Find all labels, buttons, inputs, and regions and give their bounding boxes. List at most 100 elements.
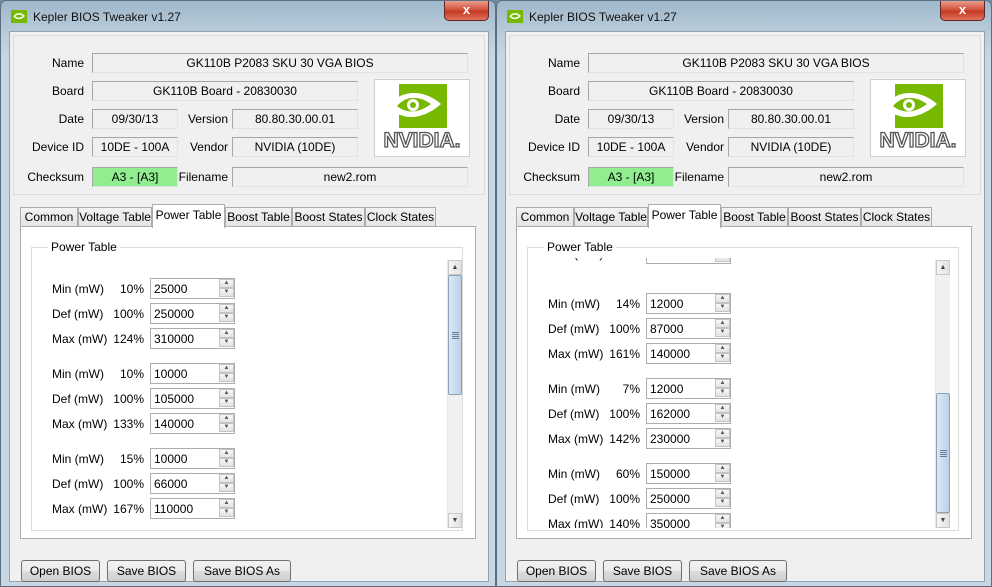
arrow-down-icon[interactable]: ▼ xyxy=(219,508,234,517)
filename-field[interactable]: new2.rom xyxy=(232,167,468,187)
power-value-input[interactable] xyxy=(151,329,221,348)
arrow-up-icon[interactable]: ▲ xyxy=(715,489,730,498)
power-value-input[interactable] xyxy=(647,319,717,338)
tab-voltage-table[interactable]: Voltage Table xyxy=(78,207,152,227)
vendor-field[interactable]: NVIDIA (10DE) xyxy=(728,137,854,157)
version-field[interactable]: 80.80.30.00.01 xyxy=(728,109,854,129)
arrow-up-icon[interactable]: ▲ xyxy=(715,429,730,438)
power-value-input[interactable] xyxy=(647,258,717,263)
arrow-up-icon[interactable]: ▲ xyxy=(219,304,234,313)
power-value-stepper[interactable]: ▲▼ xyxy=(150,328,235,349)
arrow-up-icon[interactable]: ▲ xyxy=(219,499,234,508)
power-value-input[interactable] xyxy=(151,499,221,518)
open-bios-button[interactable]: Open BIOS xyxy=(517,560,596,582)
date-field[interactable]: 09/30/13 xyxy=(588,109,674,129)
power-value-stepper[interactable]: ▲▼ xyxy=(646,378,731,399)
power-value-stepper[interactable]: ▲▼ xyxy=(646,293,731,314)
power-value-input[interactable] xyxy=(151,474,221,493)
power-value-stepper[interactable]: ▲▼ xyxy=(646,258,731,264)
filename-field[interactable]: new2.rom xyxy=(728,167,964,187)
arrow-up-icon[interactable]: ▲ xyxy=(219,329,234,338)
scroll-thumb[interactable] xyxy=(448,275,462,395)
arrow-down-icon[interactable]: ▼ xyxy=(715,523,730,528)
tab-boost-table[interactable]: Boost Table xyxy=(721,207,788,227)
arrow-up-icon[interactable]: ▲ xyxy=(715,464,730,473)
power-table-scrollbar[interactable]: ▲ ▼ xyxy=(935,260,950,528)
power-value-stepper[interactable]: ▲▼ xyxy=(646,428,731,449)
checksum-field[interactable]: A3 - [A3] xyxy=(92,167,178,187)
power-value-stepper[interactable]: ▲▼ xyxy=(150,448,235,469)
save-bios-button[interactable]: Save BIOS xyxy=(603,560,682,582)
arrow-down-icon[interactable]: ▼ xyxy=(219,373,234,382)
power-value-stepper[interactable]: ▲▼ xyxy=(150,498,235,519)
arrow-down-icon[interactable]: ▼ xyxy=(219,313,234,322)
power-value-input[interactable] xyxy=(647,489,717,508)
device-id-field[interactable]: 10DE - 100A xyxy=(92,137,178,157)
scroll-up-icon[interactable]: ▲ xyxy=(448,260,462,275)
arrow-up-icon[interactable]: ▲ xyxy=(715,514,730,523)
power-value-stepper[interactable]: ▲▼ xyxy=(150,388,235,409)
power-value-input[interactable] xyxy=(647,464,717,483)
tab-common[interactable]: Common xyxy=(516,207,574,227)
arrow-up-icon[interactable]: ▲ xyxy=(219,449,234,458)
power-value-stepper[interactable]: ▲▼ xyxy=(646,463,731,484)
save-bios-as-button[interactable]: Save BIOS As xyxy=(193,560,291,582)
open-bios-button[interactable]: Open BIOS xyxy=(21,560,100,582)
board-field[interactable]: GK110B Board - 20830030 xyxy=(588,81,854,101)
power-value-stepper[interactable]: ▲▼ xyxy=(150,413,235,434)
title-bar[interactable]: Kepler BIOS Tweaker v1.27 x xyxy=(497,1,991,31)
scroll-down-icon[interactable]: ▼ xyxy=(448,513,462,528)
scroll-down-icon[interactable]: ▼ xyxy=(936,513,950,528)
arrow-down-icon[interactable]: ▼ xyxy=(715,498,730,507)
power-value-input[interactable] xyxy=(647,294,717,313)
tab-boost-states[interactable]: Boost States xyxy=(788,207,861,227)
power-value-input[interactable] xyxy=(151,304,221,323)
tab-clock-states[interactable]: Clock States xyxy=(861,207,932,227)
arrow-down-icon[interactable]: ▼ xyxy=(219,288,234,297)
power-value-input[interactable] xyxy=(151,414,221,433)
power-value-stepper[interactable]: ▲▼ xyxy=(646,318,731,339)
save-bios-as-button[interactable]: Save BIOS As xyxy=(689,560,787,582)
power-table-scrollbar[interactable]: ▲ ▼ xyxy=(447,260,462,528)
arrow-up-icon[interactable]: ▲ xyxy=(219,364,234,373)
power-value-stepper[interactable]: ▲▼ xyxy=(646,343,731,364)
arrow-down-icon[interactable]: ▼ xyxy=(715,258,730,262)
arrow-up-icon[interactable]: ▲ xyxy=(715,404,730,413)
arrow-down-icon[interactable]: ▼ xyxy=(715,438,730,447)
arrow-up-icon[interactable]: ▲ xyxy=(715,319,730,328)
arrow-down-icon[interactable]: ▼ xyxy=(219,398,234,407)
tab-common[interactable]: Common xyxy=(20,207,78,227)
power-value-input[interactable] xyxy=(647,404,717,423)
arrow-down-icon[interactable]: ▼ xyxy=(715,473,730,482)
device-id-field[interactable]: 10DE - 100A xyxy=(588,137,674,157)
arrow-down-icon[interactable]: ▼ xyxy=(219,458,234,467)
power-value-input[interactable] xyxy=(647,429,717,448)
power-value-stepper[interactable]: ▲▼ xyxy=(150,278,235,299)
date-field[interactable]: 09/30/13 xyxy=(92,109,178,129)
checksum-field[interactable]: A3 - [A3] xyxy=(588,167,674,187)
scroll-thumb[interactable] xyxy=(936,393,950,513)
power-value-stepper[interactable]: ▲▼ xyxy=(150,303,235,324)
board-field[interactable]: GK110B Board - 20830030 xyxy=(92,81,358,101)
vendor-field[interactable]: NVIDIA (10DE) xyxy=(232,137,358,157)
power-value-stepper[interactable]: ▲▼ xyxy=(646,403,731,424)
power-value-input[interactable] xyxy=(151,279,221,298)
name-field[interactable]: GK110B P2083 SKU 30 VGA BIOS xyxy=(588,53,964,73)
close-button[interactable]: x xyxy=(940,1,985,21)
arrow-down-icon[interactable]: ▼ xyxy=(219,338,234,347)
title-bar[interactable]: Kepler BIOS Tweaker v1.27 x xyxy=(1,1,495,31)
arrow-down-icon[interactable]: ▼ xyxy=(219,423,234,432)
arrow-down-icon[interactable]: ▼ xyxy=(715,388,730,397)
tab-boost-states[interactable]: Boost States xyxy=(292,207,365,227)
tab-power-table[interactable]: Power Table xyxy=(152,204,225,228)
power-value-input[interactable] xyxy=(151,389,221,408)
tab-power-table[interactable]: Power Table xyxy=(648,204,721,228)
power-value-stepper[interactable]: ▲▼ xyxy=(150,473,235,494)
tab-boost-table[interactable]: Boost Table xyxy=(225,207,292,227)
arrow-up-icon[interactable]: ▲ xyxy=(219,389,234,398)
arrow-down-icon[interactable]: ▼ xyxy=(715,413,730,422)
name-field[interactable]: GK110B P2083 SKU 30 VGA BIOS xyxy=(92,53,468,73)
tab-voltage-table[interactable]: Voltage Table xyxy=(574,207,648,227)
save-bios-button[interactable]: Save BIOS xyxy=(107,560,186,582)
power-value-stepper[interactable]: ▲▼ xyxy=(150,363,235,384)
